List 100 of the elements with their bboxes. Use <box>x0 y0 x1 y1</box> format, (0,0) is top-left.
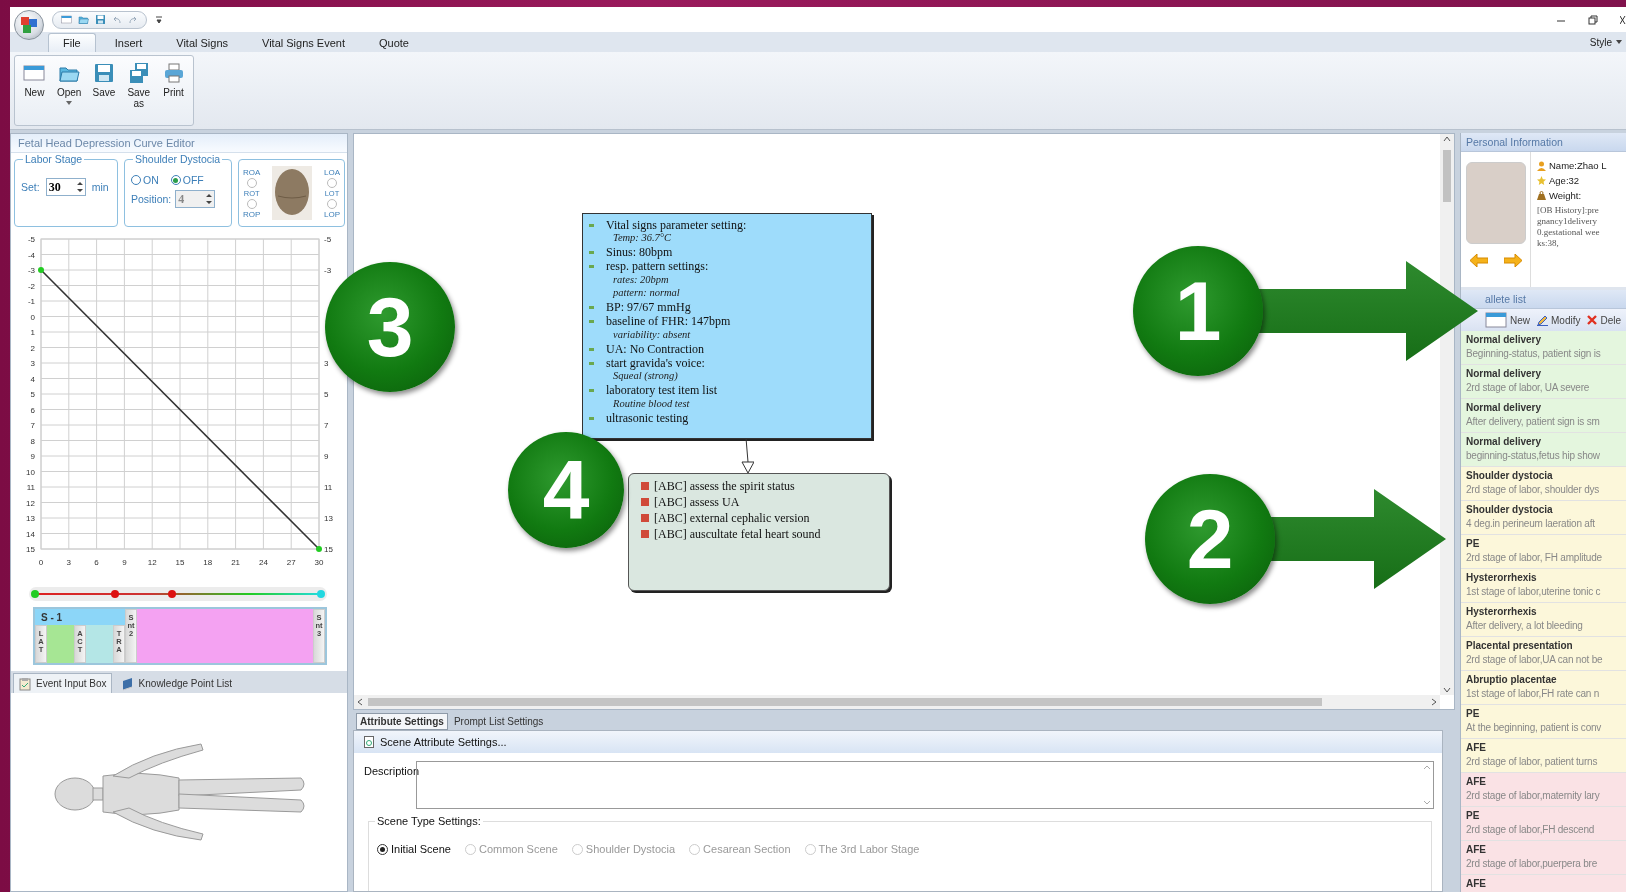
node-detail: Routine blood test <box>612 397 691 411</box>
node-text: [ABC] assess the spirit status <box>654 478 795 494</box>
new-button[interactable]: New <box>1485 309 1530 331</box>
unit-label: min <box>91 181 109 193</box>
radio-option[interactable]: OFF <box>170 174 204 186</box>
left-arrow-icon[interactable] <box>1469 254 1488 267</box>
node-text: [ABC] assess UA <box>654 494 740 510</box>
pallete-list-item[interactable]: Shoulder dystocia 4 deg.in perineum laeration aft <box>1461 501 1626 535</box>
ribbon-tab[interactable]: File <box>48 33 96 52</box>
panel-tab[interactable]: Event Input Box <box>13 673 112 693</box>
ribbon-tab[interactable]: Quote <box>364 33 424 52</box>
pallete-list-item[interactable]: PE At the beginning, patient is conv <box>1461 705 1626 739</box>
save-button[interactable]: Save <box>88 60 120 121</box>
scroll-right-icon[interactable] <box>1431 698 1437 706</box>
vertical-scrollbar[interactable] <box>1440 134 1454 695</box>
ribbon-tab[interactable]: Vital Signs <box>161 33 244 52</box>
scroll-left-icon[interactable] <box>357 698 363 706</box>
right-arrow-icon[interactable] <box>1503 254 1522 267</box>
spinner-arrows-icon[interactable] <box>204 191 215 207</box>
scroll-down-icon[interactable] <box>1423 800 1431 805</box>
settings-tab[interactable]: Prompt List Settings <box>449 713 548 730</box>
vital-signs-node[interactable] <box>582 213 872 439</box>
axis-tick-label: 15 <box>324 545 333 554</box>
cubes-icon <box>19 14 39 35</box>
weight-icon <box>1537 191 1546 200</box>
slider-handle[interactable] <box>168 590 177 598</box>
pallete-list-item[interactable]: Placental presentation 2rd stage of labor,UA can not be <box>1461 637 1626 671</box>
redo-icon[interactable] <box>128 14 138 25</box>
node-text: baseline of FHR: 147bpm <box>606 314 731 329</box>
scroll-up-icon[interactable] <box>1423 765 1431 770</box>
pallete-list-item[interactable]: PE 2rd stage of labor,FH descend <box>1461 807 1626 841</box>
axis-tick-label: 15 <box>26 545 35 554</box>
node-detail: pattern: normal <box>612 287 681 300</box>
bullet-icon <box>589 251 594 254</box>
pallete-list-item[interactable]: Abruptio placentae 1st stage of labor,FH rate can n <box>1461 671 1626 705</box>
pallete-list-item[interactable]: Normal delivery beginning-status,fetus hip show <box>1461 433 1626 467</box>
scrollbar-thumb[interactable] <box>368 698 1322 706</box>
delete-button[interactable]: Dele <box>1587 314 1622 326</box>
radio-button[interactable] <box>326 177 337 188</box>
slider-handle[interactable] <box>317 590 325 598</box>
close-icon[interactable] <box>1620 14 1626 25</box>
axis-tick-label: -2 <box>27 281 35 291</box>
section-title: Scene Attribute Settings... <box>380 736 507 748</box>
pallete-list-item[interactable]: Hysterorrhexis After delivery, a lot bleeding <box>1461 603 1626 637</box>
pallete-list-item[interactable]: Normal delivery Beginning-status, patient sign is <box>1461 331 1626 365</box>
axis-tick-label: 5 <box>324 390 329 399</box>
axis-tick-label: 3 <box>30 359 35 368</box>
clipboard-icon <box>18 676 32 691</box>
modify-button[interactable]: Modify <box>1537 314 1581 326</box>
pallete-list-item[interactable]: PE 2rd stage of labor, FH amplitude <box>1461 535 1626 569</box>
radio-button[interactable] <box>326 198 337 209</box>
pallete-list-item[interactable]: Shoulder dystocia 2rd stage of labor, shoulder dys <box>1461 467 1626 501</box>
scrollbar-thumb[interactable] <box>1443 150 1451 202</box>
radio-button[interactable] <box>246 198 257 209</box>
open-button[interactable]: Open <box>53 60 85 121</box>
caret-icon <box>66 101 73 105</box>
undo-icon[interactable] <box>112 14 122 25</box>
slider-handle[interactable] <box>31 590 39 598</box>
patient-weight: Weight: <box>1549 190 1582 201</box>
axis-tick-label: 11 <box>324 483 333 492</box>
style-menu[interactable]: Style <box>1589 36 1626 48</box>
curve-point[interactable] <box>316 546 322 552</box>
axis-tick-label: 9 <box>122 558 127 567</box>
radio-button[interactable] <box>246 177 257 188</box>
restore-icon[interactable] <box>1588 14 1598 25</box>
axis-tick-label: 18 <box>203 558 213 567</box>
axis-tick-label: 2 <box>30 343 35 353</box>
minutes-spin-field[interactable]: 30 <box>45 178 86 196</box>
group-title: Scene Type Settings: <box>375 815 483 827</box>
pallete-list-item[interactable]: Normal delivery 2rd stage of labor, UA severe <box>1461 365 1626 399</box>
axis-tick-label: 27 <box>286 558 296 567</box>
slider-handle[interactable] <box>111 590 120 598</box>
curve-point[interactable] <box>38 267 44 273</box>
scroll-down-icon[interactable] <box>1443 687 1451 693</box>
customize-caret-icon[interactable] <box>155 14 163 25</box>
settings-tab[interactable]: Attribute Settings <box>356 713 448 730</box>
connector-arrow <box>740 438 754 474</box>
ribbon-tab[interactable]: Vital Signs Event <box>247 33 360 52</box>
axis-tick-label: 6 <box>94 558 99 567</box>
radio-option[interactable]: Initial Scene <box>377 842 451 856</box>
horizontal-scrollbar[interactable] <box>354 695 1440 709</box>
print-button[interactable]: Print <box>158 60 189 121</box>
ribbon-tab[interactable]: Insert <box>99 33 158 52</box>
pallete-list-item[interactable]: AFE <box>1461 875 1626 892</box>
scroll-up-icon[interactable] <box>1443 136 1451 142</box>
pallete-list-item[interactable]: Normal delivery After delivery, patient sign is sm <box>1461 399 1626 433</box>
pallete-list-item[interactable]: AFE 2rd stage of labor,maternity lary <box>1461 773 1626 807</box>
action-node[interactable]: [ABC] assess the spirit status [ABC] assess UA [ABC] external cephalic version [ABC] auscultate fetal heart sound <box>628 473 890 591</box>
bullet-icon <box>589 416 594 420</box>
radio-option[interactable]: ON <box>131 174 159 186</box>
node-text: start gravida's voice: <box>606 355 705 371</box>
app-logo-button[interactable] <box>14 9 44 40</box>
folder-icon <box>78 14 89 25</box>
pallete-list-item[interactable]: AFE 2rd stage of labor, patient turns <box>1461 739 1626 773</box>
new-button[interactable]: New <box>19 60 50 121</box>
pallete-list-item[interactable]: AFE 2rd stage of labor,puerpera bre <box>1461 841 1626 875</box>
axis-tick-label: 24 <box>258 558 268 567</box>
pallete-list-item[interactable]: Hysterorrhexis 1st stage of labor,uterine tonic c <box>1461 569 1626 603</box>
panel-tab[interactable]: Knowledge Point List <box>115 673 237 693</box>
saveas-button[interactable]: Save as <box>123 60 155 121</box>
